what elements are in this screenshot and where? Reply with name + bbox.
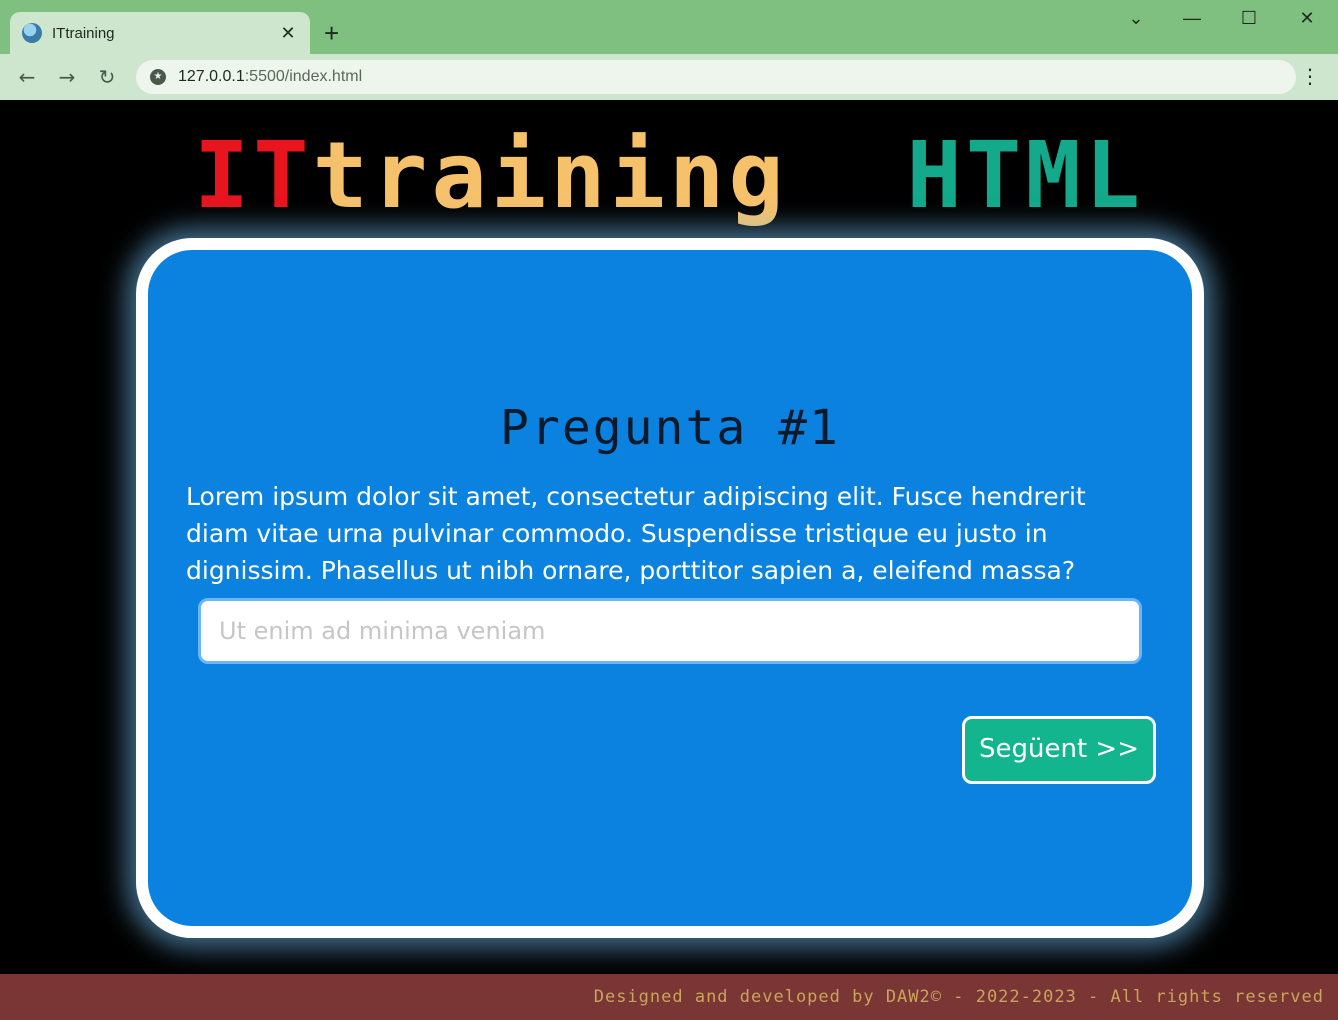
- site-logo: ITtraining HTML: [0, 122, 1338, 229]
- tab-close-icon[interactable]: ✕: [278, 23, 298, 44]
- forward-icon[interactable]: →: [52, 62, 82, 92]
- minimize-button[interactable]: —: [1172, 8, 1212, 29]
- footer: Designed and developed by DAW2© - 2022-2…: [0, 974, 1338, 1020]
- browser-tab[interactable]: ITtraining ✕: [10, 12, 310, 54]
- logo-training: training: [312, 122, 788, 229]
- browser-chrome: ITtraining ✕ + ⌄ — ☐ ✕ ← → ↻ ★ 127.0.0.1…: [0, 0, 1338, 100]
- reload-icon[interactable]: ↻: [92, 62, 122, 92]
- url-text: 127.0.0.1:5500/index.html: [178, 68, 362, 86]
- close-window-button[interactable]: ✕: [1287, 8, 1327, 29]
- browser-toolbar: ← → ↻ ★ 127.0.0.1:5500/index.html ⋮: [0, 54, 1338, 100]
- site-info-icon[interactable]: ★: [150, 69, 166, 85]
- footer-text: Designed and developed by DAW2© - 2022-2…: [593, 987, 1324, 1007]
- question-title: Pregunta #1: [500, 400, 840, 456]
- answer-input[interactable]: [198, 598, 1142, 664]
- logo-it: IT: [193, 122, 313, 229]
- tab-search-icon[interactable]: ⌄: [1116, 8, 1156, 29]
- question-card: Pregunta #1 Lorem ipsum dolor sit amet, …: [136, 238, 1204, 938]
- back-icon[interactable]: ←: [12, 62, 42, 92]
- browser-menu-icon[interactable]: ⋮: [1300, 64, 1320, 88]
- logo-html: HTML: [906, 122, 1145, 229]
- address-bar[interactable]: ★ 127.0.0.1:5500/index.html: [136, 60, 1296, 94]
- question-text: Lorem ipsum dolor sit amet, consectetur …: [186, 482, 1086, 585]
- tab-title: ITtraining: [52, 24, 115, 42]
- maximize-button[interactable]: ☐: [1229, 8, 1269, 29]
- url-path: :5500/index.html: [244, 68, 363, 85]
- next-button[interactable]: Següent >>: [962, 716, 1156, 784]
- favicon-icon: [22, 23, 42, 43]
- url-host: 127.0.0.1: [178, 68, 245, 85]
- new-tab-button[interactable]: +: [324, 18, 339, 49]
- page: ITtraining HTML Pregunta #1 Lorem ipsum …: [0, 100, 1338, 1020]
